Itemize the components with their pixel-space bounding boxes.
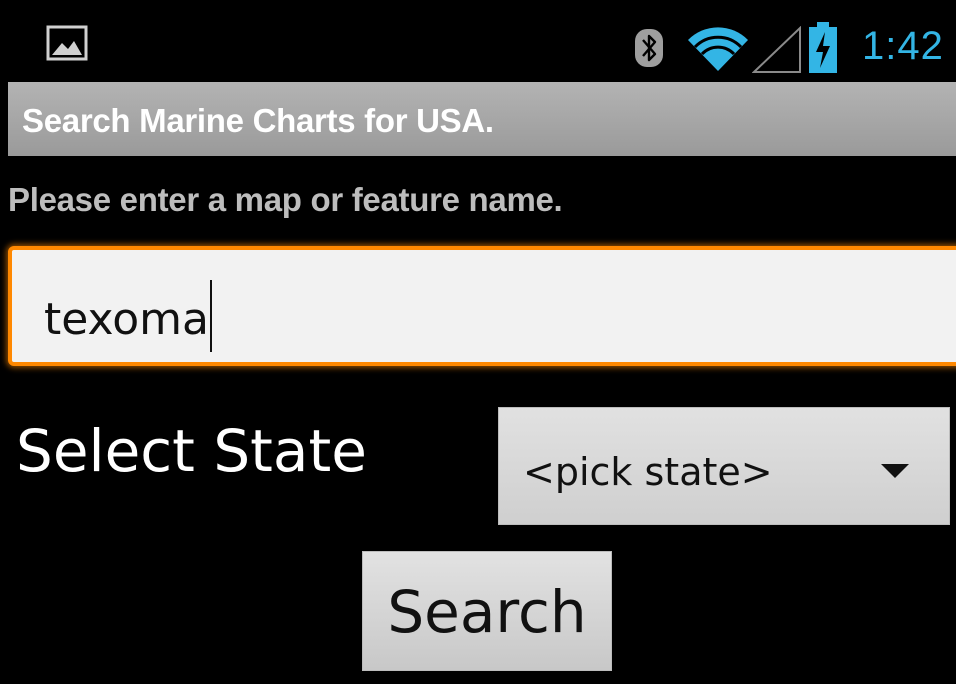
search-input-value[interactable]: texoma xyxy=(44,280,212,358)
cell-signal-icon xyxy=(752,26,801,73)
image-notification-icon xyxy=(46,25,88,61)
status-bar: 1:42 xyxy=(8,8,956,82)
app-screen: 1:42 Search Marine Charts for USA. Pleas… xyxy=(0,0,956,684)
select-state-label: Select State xyxy=(16,417,367,485)
status-clock: 1:42 xyxy=(862,24,944,68)
search-prompt-label: Please enter a map or feature name. xyxy=(8,181,563,218)
search-input-text: texoma xyxy=(44,294,209,345)
search-button[interactable]: Search xyxy=(362,551,612,671)
app-title-bar: Search Marine Charts for USA. xyxy=(8,82,956,156)
battery-charging-icon xyxy=(809,22,837,73)
wifi-icon xyxy=(688,27,748,72)
state-dropdown[interactable]: <pick state> xyxy=(498,407,950,525)
bluetooth-icon xyxy=(635,29,663,67)
dropdown-arrow-icon xyxy=(881,464,909,478)
state-dropdown-value: <pick state> xyxy=(523,450,773,494)
page-title: Search Marine Charts for USA. xyxy=(22,102,494,139)
search-input[interactable]: texoma xyxy=(8,246,956,366)
text-cursor xyxy=(209,280,212,352)
